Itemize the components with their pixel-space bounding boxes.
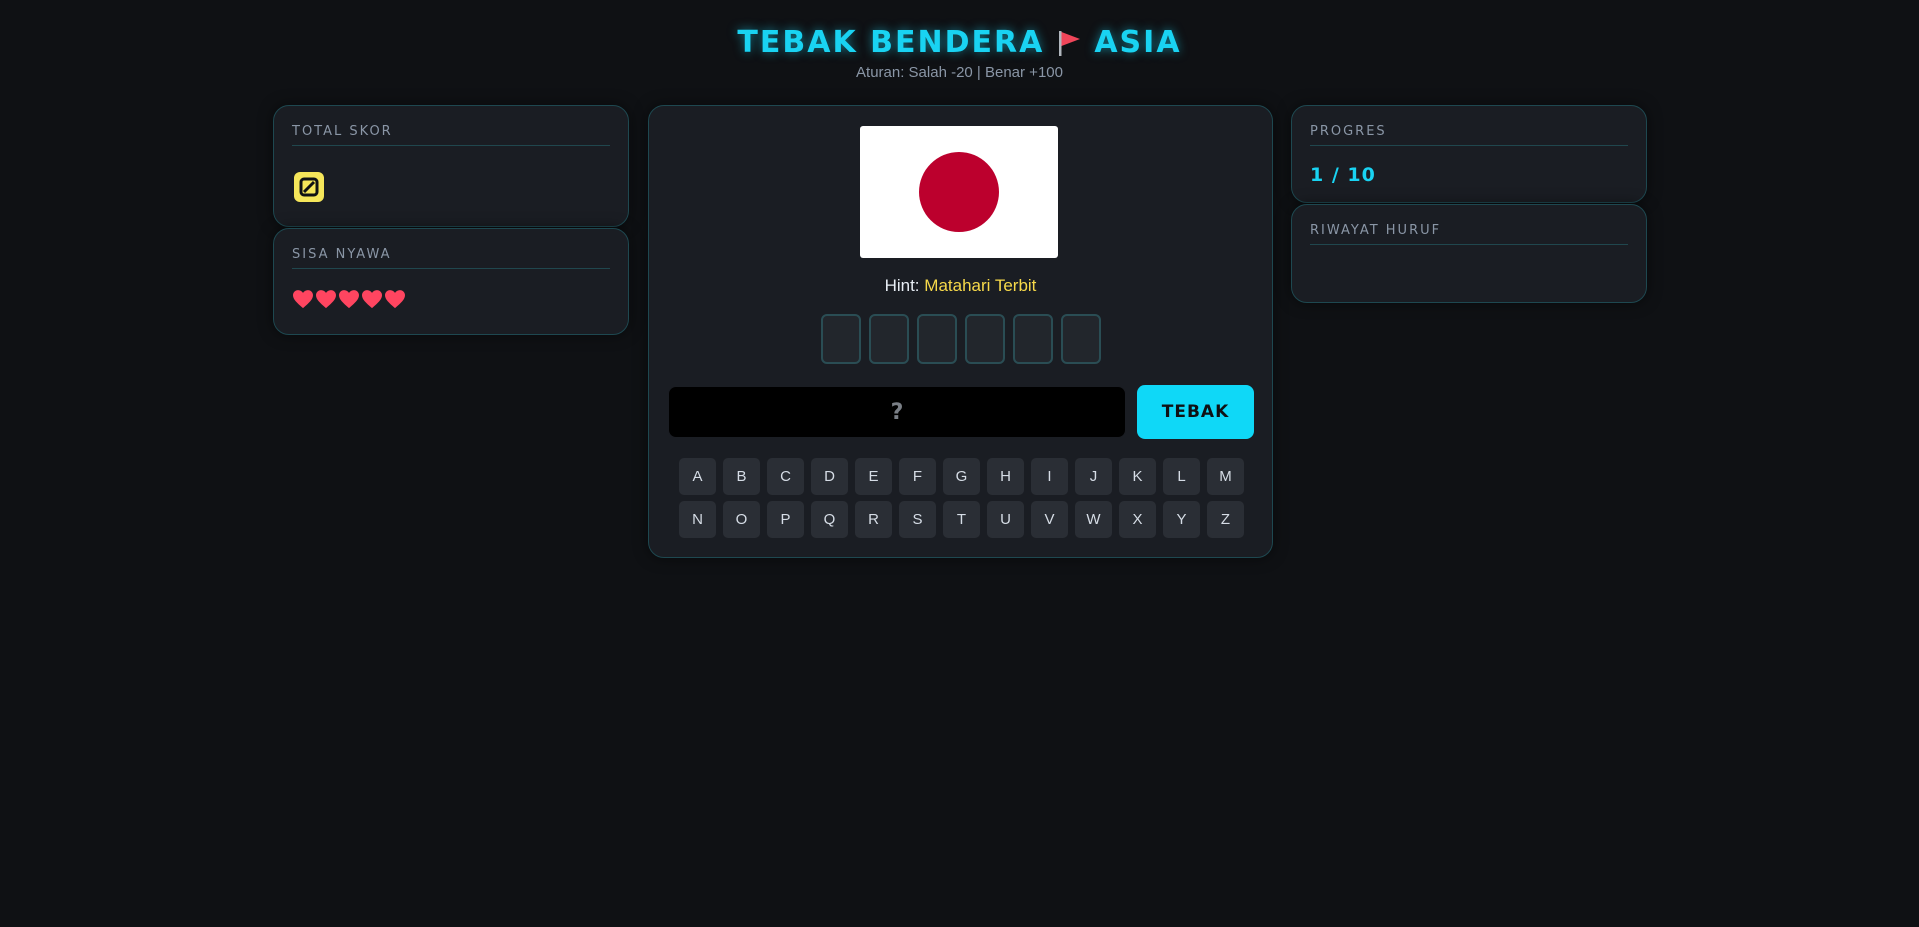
heart-icon: [362, 290, 382, 309]
key-c[interactable]: C: [767, 458, 804, 495]
progress-label: PROGRES: [1310, 124, 1628, 146]
guess-button[interactable]: TEBAK: [1137, 385, 1254, 439]
answer-slot: [868, 314, 909, 364]
key-h[interactable]: H: [987, 458, 1024, 495]
key-y[interactable]: Y: [1163, 501, 1200, 538]
red-triangular-flag-icon: [1059, 31, 1081, 56]
region-text: ASIA: [1094, 25, 1182, 60]
rules-text: Aturan: Salah -20 | Benar +100: [856, 64, 1063, 81]
key-q[interactable]: Q: [811, 501, 848, 538]
heart-icon: [339, 290, 359, 309]
header: TEBAK BENDERA ASIA Aturan: Salah -20 | B…: [0, 22, 1919, 81]
key-f[interactable]: F: [899, 458, 936, 495]
answer-slot: [916, 314, 957, 364]
answer-slot: [820, 314, 861, 364]
answer-slot: [964, 314, 1005, 364]
answer-slot: [1012, 314, 1053, 364]
key-l[interactable]: L: [1163, 458, 1200, 495]
game-card: Hint: Matahari Terbit TEBAK ABCDEFGHIJKL…: [648, 105, 1273, 558]
key-o[interactable]: O: [723, 501, 760, 538]
key-j[interactable]: J: [1075, 458, 1112, 495]
heart-icon: [293, 290, 313, 309]
heart-icon: [385, 290, 405, 309]
hearts-row: [292, 289, 406, 309]
score-label: TOTAL SKOR: [292, 124, 610, 146]
title-text: TEBAK BENDERA: [737, 25, 1045, 60]
flag-sun-circle: [919, 152, 999, 232]
lives-card: SISA NYAWA: [273, 228, 629, 335]
key-n[interactable]: N: [679, 501, 716, 538]
key-b[interactable]: B: [723, 458, 760, 495]
key-z[interactable]: Z: [1207, 501, 1244, 538]
key-d[interactable]: D: [811, 458, 848, 495]
letter-keyboard: ABCDEFGHIJKLM NOPQRSTUVWXYZ: [679, 458, 1244, 538]
key-v[interactable]: V: [1031, 501, 1068, 538]
key-g[interactable]: G: [943, 458, 980, 495]
answer-slot: [1060, 314, 1101, 364]
key-m[interactable]: M: [1207, 458, 1244, 495]
key-p[interactable]: P: [767, 501, 804, 538]
key-k[interactable]: K: [1119, 458, 1156, 495]
answer-slots: [649, 314, 1272, 364]
heart-icon: [316, 290, 336, 309]
key-a[interactable]: A: [679, 458, 716, 495]
key-e[interactable]: E: [855, 458, 892, 495]
guess-input[interactable]: [668, 386, 1126, 438]
history-label: RIWAYAT HURUF: [1310, 223, 1628, 245]
key-w[interactable]: W: [1075, 501, 1112, 538]
key-r[interactable]: R: [855, 501, 892, 538]
key-x[interactable]: X: [1119, 501, 1156, 538]
game-page: TEBAK BENDERA ASIA Aturan: Salah -20 | B…: [0, 0, 1919, 927]
hint-label: Hint:: [884, 276, 920, 295]
history-card: RIWAYAT HURUF: [1291, 204, 1647, 303]
progress-card: PROGRES 1 / 10: [1291, 105, 1647, 203]
key-u[interactable]: U: [987, 501, 1024, 538]
page-title: TEBAK BENDERA ASIA: [737, 22, 1181, 64]
key-s[interactable]: S: [899, 501, 936, 538]
score-value-glyph: [299, 177, 319, 197]
japan-flag-icon: [860, 126, 1058, 258]
hint-value: Matahari Terbit: [924, 276, 1037, 295]
progress-value: 1 / 10: [1310, 164, 1376, 186]
score-badge: 0: [294, 172, 324, 202]
hint-text: Hint: Matahari Terbit: [649, 276, 1272, 296]
key-t[interactable]: T: [943, 501, 980, 538]
score-card: TOTAL SKOR 0: [273, 105, 629, 227]
lives-label: SISA NYAWA: [292, 247, 610, 269]
key-i[interactable]: I: [1031, 458, 1068, 495]
